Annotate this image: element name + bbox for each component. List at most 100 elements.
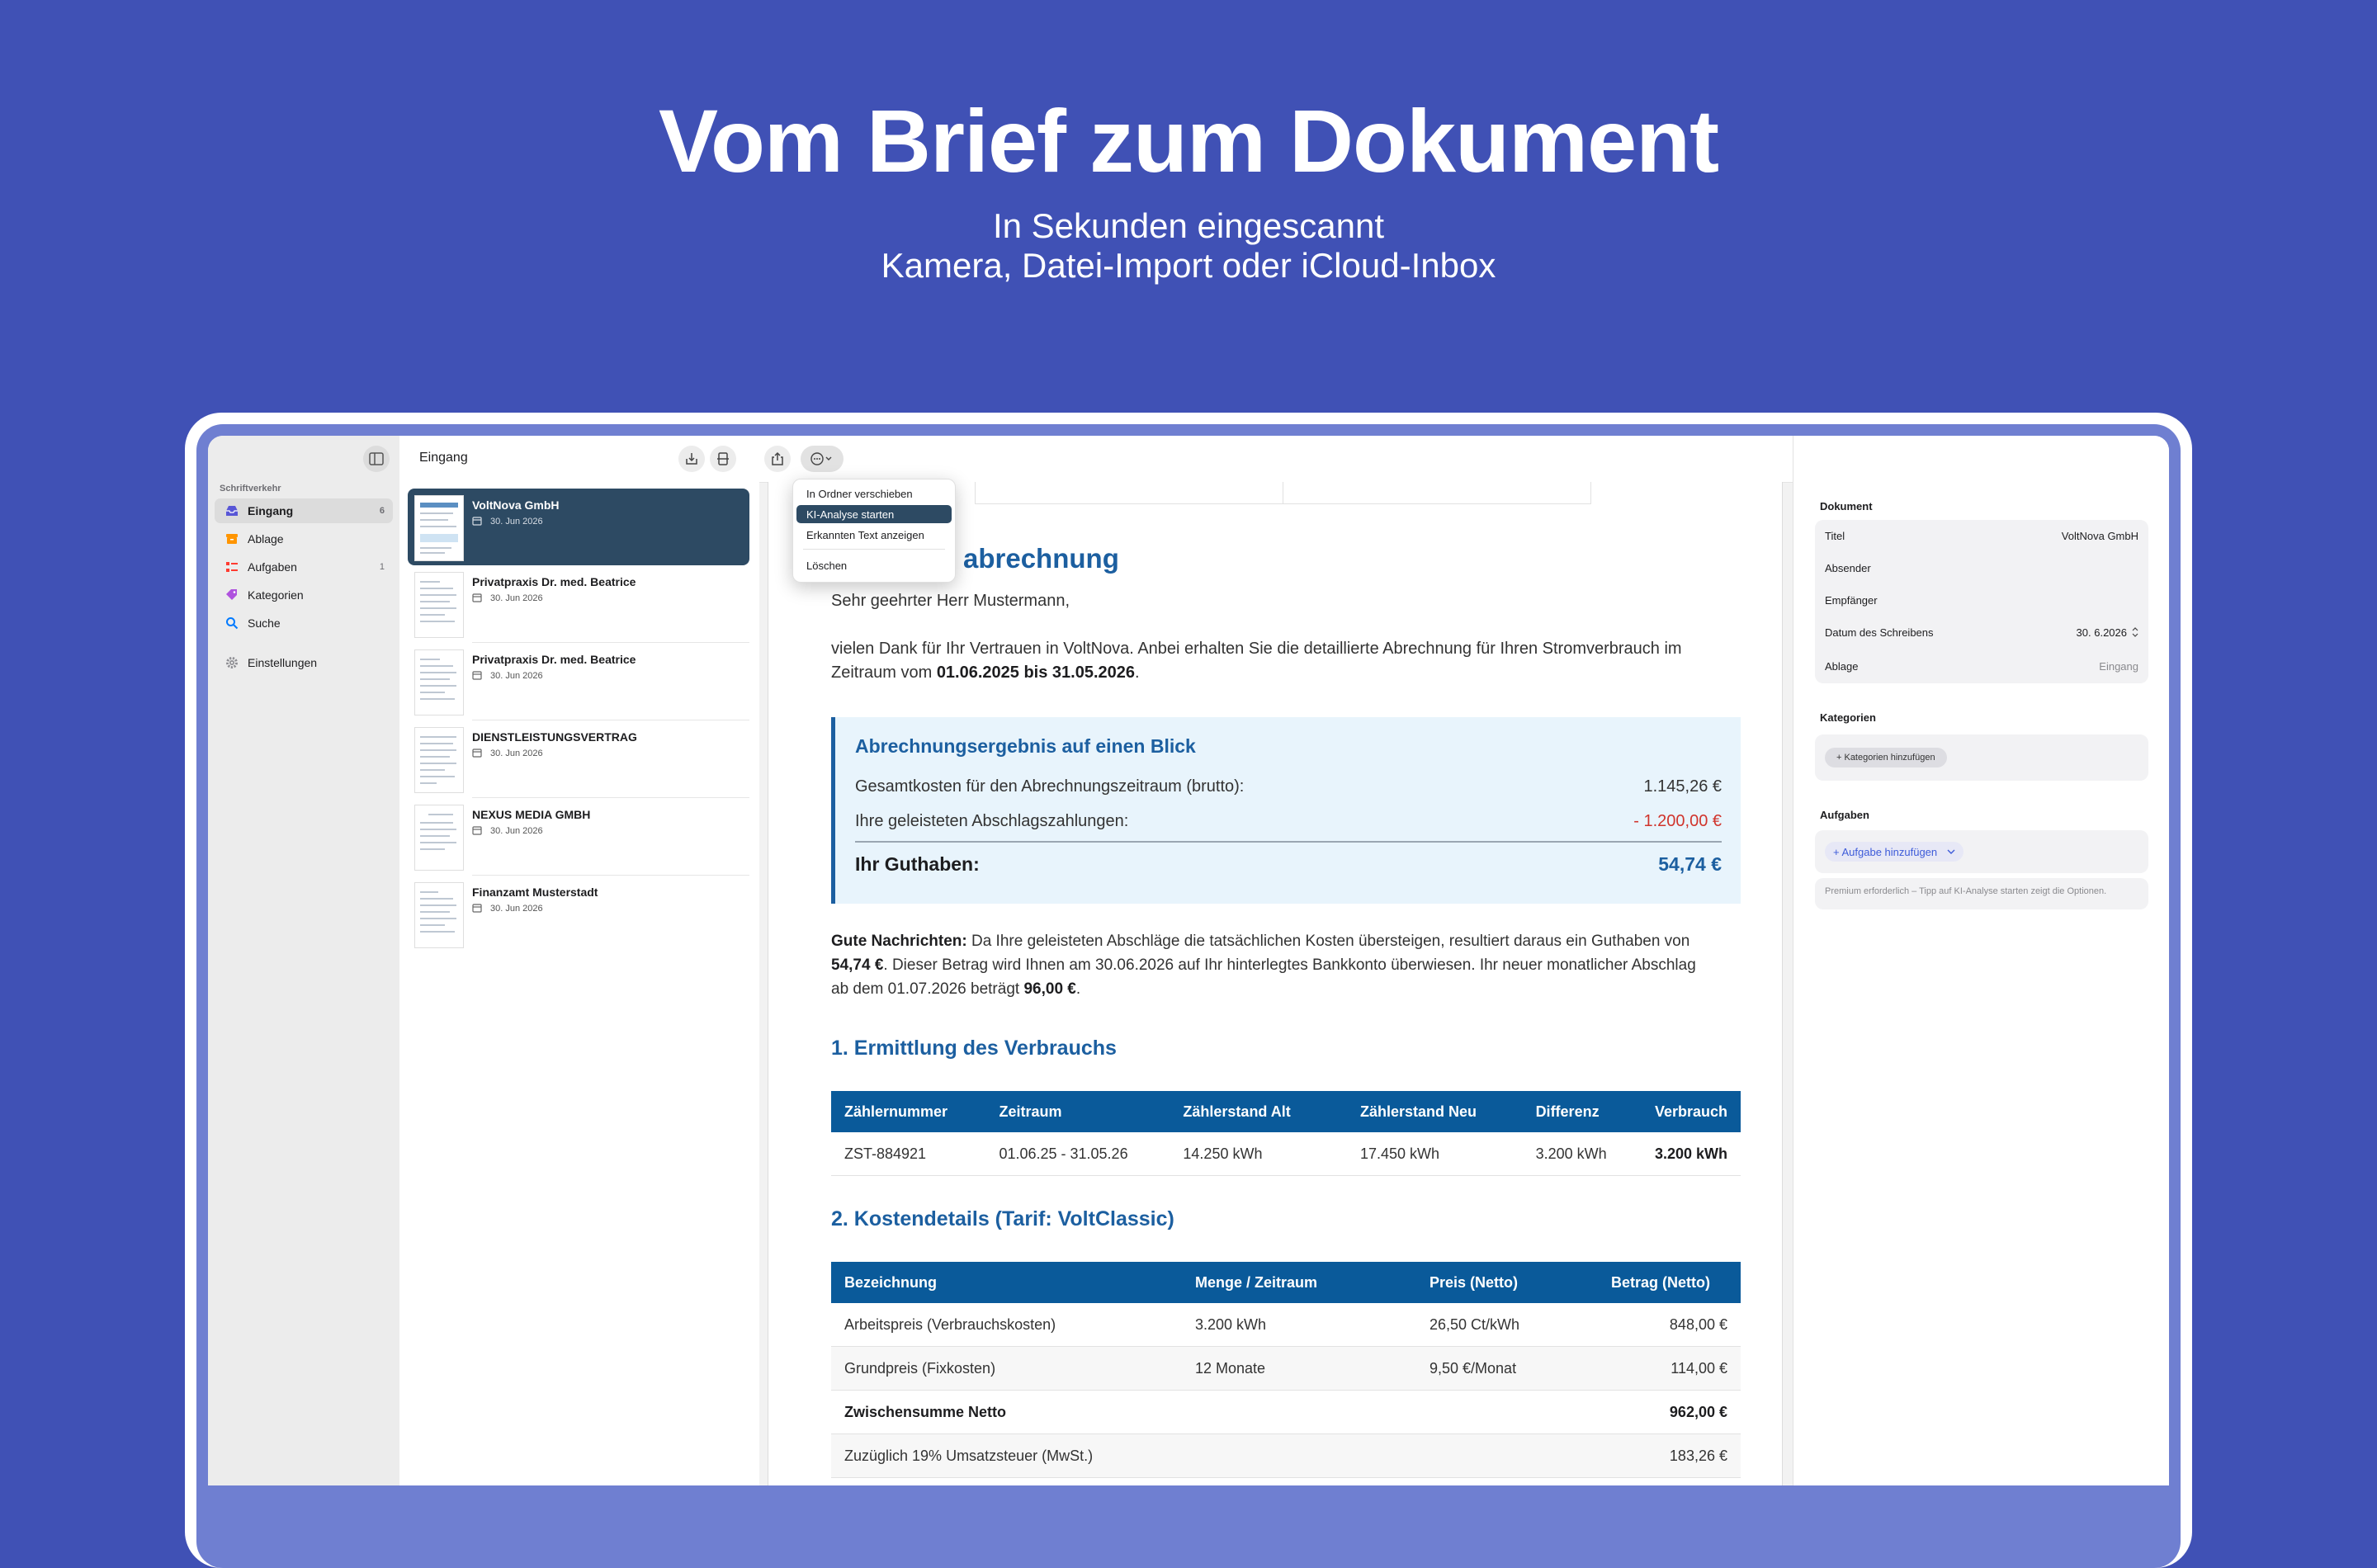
import-button[interactable] <box>678 446 705 472</box>
intro-period: 01.06.2025 bis 31.05.2026 <box>936 664 1136 682</box>
table-cell: 26,50 Ct/kWh <box>1416 1303 1598 1347</box>
table-header: Differenz <box>1522 1091 1642 1132</box>
table-cell: 114,00 € <box>1598 1346 1741 1391</box>
table-cell: Grundpreis (Fixkosten) <box>831 1346 1182 1391</box>
more-actions-menu: In Ordner verschieben KI-Analyse starten… <box>792 479 956 583</box>
intro-text: . <box>1135 664 1140 682</box>
table-cell: 9,50 €/Monat <box>1416 1346 1598 1391</box>
sidebar-item-label: Kategorien <box>248 588 304 602</box>
table-header: Preis (Netto) <box>1416 1262 1598 1303</box>
calendar-icon <box>472 517 482 526</box>
inspector-tasks-header: Aufgaben <box>1820 809 1869 821</box>
menu-item-show-text[interactable]: Erkannten Text anzeigen <box>796 526 952 544</box>
sidebar-icon <box>369 452 384 465</box>
document-list: Eingang VoltNova GmbH 30. Jun 2026 Priva… <box>399 436 760 1485</box>
calendar-icon <box>472 749 482 758</box>
table-header: Zählerstand Alt <box>1170 1091 1347 1132</box>
document-header-box <box>975 482 1591 504</box>
sidebar-section-title: Schriftverkehr <box>220 484 281 494</box>
intro-text: Zeitraum vom <box>831 664 937 682</box>
costs-table: Bezeichnung Menge / Zeitraum Preis (Nett… <box>831 1262 1741 1478</box>
list-item[interactable]: NEXUS MEDIA GMBH 30. Jun 2026 <box>408 798 749 875</box>
list-title: Eingang <box>419 451 468 465</box>
news-text: . Dieser Betrag wird Ihnen am 30.06.2026… <box>883 956 1696 974</box>
list-item[interactable]: Finanzamt Musterstadt 30. Jun 2026 <box>408 876 749 952</box>
document-fields-card: Titel VoltNova GmbH Absender Empfänger D… <box>1815 520 2148 683</box>
premium-note: Premium erforderlich – Tipp auf KI-Analy… <box>1825 886 2107 896</box>
date-picker[interactable]: 30. 6.2026 <box>2077 626 2138 639</box>
add-task-button[interactable]: + Aufgabe hinzufügen <box>1825 842 1964 862</box>
summary-value: - 1.200,00 € <box>1633 812 1722 830</box>
list-item[interactable]: Privatpraxis Dr. med. Beatrice 30. Jun 2… <box>408 643 749 720</box>
menu-item-move-to-folder[interactable]: In Ordner verschieben <box>796 484 952 503</box>
field-title[interactable]: Titel VoltNova GmbH <box>1825 520 2138 551</box>
news-text: ab dem 01.07.2026 beträgt <box>831 980 1024 998</box>
list-item[interactable]: DIENSTLEISTUNGSVERTRAG 30. Jun 2026 <box>408 720 749 797</box>
summary-row: Ihre geleisteten Abschlagszahlungen: - 1… <box>855 812 1722 831</box>
sidebar-item-label: Aufgaben <box>248 560 297 574</box>
table-cell <box>1182 1390 1416 1434</box>
menu-item-delete[interactable]: Löschen <box>796 556 952 574</box>
summary-title: Abrechnungsergebnis auf einen Blick <box>855 735 1196 757</box>
gear-icon <box>224 655 239 670</box>
news-text: Da Ihre geleisteten Abschläge die tatsäc… <box>966 933 1690 950</box>
list-item[interactable]: VoltNova GmbH 30. Jun 2026 <box>408 489 749 565</box>
table-cell: 14.250 kWh <box>1170 1132 1347 1176</box>
table-cell: 3.200 kWh <box>1522 1132 1642 1176</box>
document-viewer: abrechnung Sehr geehrter Herr Mustermann… <box>759 436 1793 1485</box>
share-button[interactable] <box>764 446 791 472</box>
list-item-title: Finanzamt Musterstadt <box>472 886 598 899</box>
table-cell <box>1182 1433 1416 1478</box>
list-item[interactable]: Privatpraxis Dr. med. Beatrice 30. Jun 2… <box>408 565 749 642</box>
intro-text: vielen Dank für Ihr Vertrauen in VoltNov… <box>831 640 1682 658</box>
sidebar-item-kategorien[interactable]: Kategorien <box>215 583 393 607</box>
sidebar-toggle-button[interactable] <box>363 446 390 472</box>
inspector-panel: Dokument Titel VoltNova GmbH Absender Em… <box>1793 436 2169 1485</box>
sidebar-item-einstellungen[interactable]: Einstellungen <box>215 650 393 675</box>
list-item-date: 30. Jun 2026 <box>490 826 543 836</box>
tasks-card: + Aufgabe hinzufügen <box>1815 830 2148 873</box>
calendar-icon <box>472 904 482 913</box>
field-label: Datum des Schreibens <box>1825 626 1934 639</box>
categories-card: + Kategorien hinzufügen <box>1815 734 2148 781</box>
summary-total-value: 54,74 € <box>1658 853 1722 875</box>
field-label: Ablage <box>1825 659 1859 673</box>
download-tray-icon <box>686 453 697 465</box>
checklist-icon <box>224 560 239 574</box>
add-category-button[interactable]: + Kategorien hinzufügen <box>1825 748 1947 767</box>
field-label: Titel <box>1825 529 1845 542</box>
hero-subtitle-1: In Sekunden eingescannt <box>992 206 1385 245</box>
field-folder[interactable]: Ablage Eingang <box>1825 650 2138 682</box>
stepper-icon <box>2132 627 2138 637</box>
scan-button[interactable] <box>710 446 736 472</box>
news-new-installment: 96,00 € <box>1023 980 1076 998</box>
summary-total-label: Ihr Guthaben: <box>855 853 980 875</box>
list-item-title: Privatpraxis Dr. med. Beatrice <box>472 575 636 588</box>
field-recipient[interactable]: Empfänger <box>1825 584 2138 616</box>
sidebar-item-label: Einstellungen <box>248 656 318 669</box>
more-actions-button[interactable] <box>801 446 844 472</box>
table-row: Arbeitspreis (Verbrauchskosten) 3.200 kW… <box>831 1303 1741 1347</box>
table-row: Zwischensumme Netto 962,00 € <box>831 1390 1741 1434</box>
premium-note-card: Premium erforderlich – Tipp auf KI-Analy… <box>1815 878 2148 909</box>
sidebar-item-aufgaben[interactable]: Aufgaben 1 <box>215 555 393 579</box>
viewer-toolbar <box>759 436 1793 483</box>
document-intro: vielen Dank für Ihr Vertrauen in VoltNov… <box>831 637 1741 685</box>
sidebar-item-suche[interactable]: Suche <box>215 611 393 635</box>
table-header: Zählernummer <box>831 1091 986 1132</box>
sidebar-item-ablage[interactable]: Ablage <box>215 527 393 551</box>
share-icon <box>772 451 783 465</box>
consumption-table: Zählernummer Zeitraum Zählerstand Alt Zä… <box>831 1091 1741 1176</box>
summary-box: Abrechnungsergebnis auf einen Blick Gesa… <box>831 717 1741 904</box>
table-header: Bezeichnung <box>831 1262 1182 1303</box>
sidebar-item-label: Eingang <box>248 504 294 517</box>
field-label: Empfänger <box>1825 593 1878 607</box>
document-thumbnail <box>414 649 464 716</box>
field-value: VoltNova GmbH <box>2061 529 2138 542</box>
menu-item-ai-analysis[interactable]: KI-Analyse starten <box>796 505 952 523</box>
table-cell: 3.200 kWh <box>1182 1303 1416 1347</box>
archive-icon <box>224 531 239 546</box>
inspector-categories-header: Kategorien <box>1820 711 1876 724</box>
sidebar-item-eingang[interactable]: Eingang 6 <box>215 498 393 523</box>
field-sender[interactable]: Absender <box>1825 552 2138 583</box>
